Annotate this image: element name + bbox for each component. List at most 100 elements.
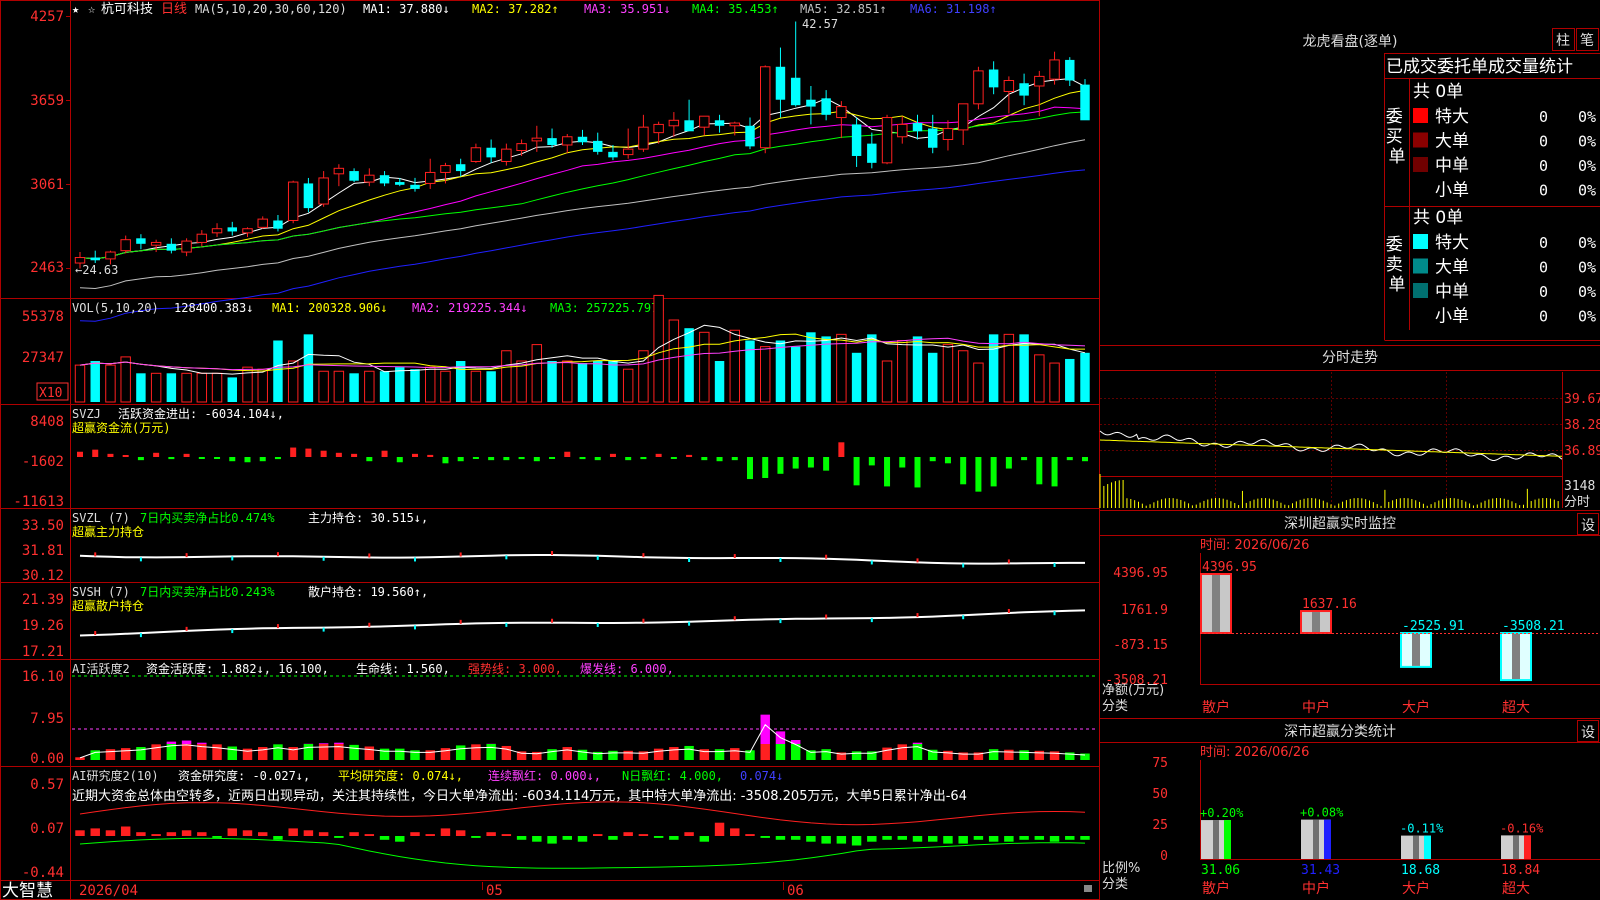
- monitor-settings-label[interactable]: 设: [1581, 518, 1595, 534]
- buy-rows: 特大 0 0% 大单 0 0% 中单 0 0% 小单 0 0%: [1413, 107, 1596, 201]
- holding-tick: [505, 622, 508, 627]
- candle-body: [1003, 80, 1015, 92]
- order-count: 0: [1539, 259, 1548, 277]
- research-bar: [105, 830, 116, 836]
- intraday-panel[interactable]: 分时走势 39.67 38.28 36.89 3148 分时: [1099, 345, 1600, 511]
- volume-bar: [928, 352, 938, 402]
- monitor-value-label: 4396.95: [1202, 560, 1257, 575]
- stats-panel[interactable]: 深市超赢分类统计 设 时间: 2026/06/26 75 50 25 0 比例%…: [1100, 718, 1600, 898]
- ai2-header: AI研究度2(10) 资金研究度: -0.027↓, 平均研究度: 0.074↓…: [72, 768, 783, 783]
- svzj-bar: [853, 457, 860, 486]
- volume-bar: [531, 344, 543, 403]
- candle-body: [501, 148, 512, 162]
- main-header: ★ ☆ 杭可科技 日线 MA(5,10,20,30,60,120) MA1: 3…: [72, 2, 997, 17]
- star-icon[interactable]: ★: [72, 2, 79, 16]
- activity-burst-bar: [334, 742, 344, 744]
- research-bar: [288, 828, 298, 836]
- order-count: 0: [1539, 157, 1548, 175]
- research-bar: [730, 828, 740, 836]
- svzj-bar: [777, 457, 784, 474]
- order-pct: 0%: [1578, 182, 1596, 200]
- stats-settings-label[interactable]: 设: [1581, 725, 1595, 741]
- stats-bar-shade: [1313, 819, 1319, 859]
- activity-bar: [455, 745, 466, 760]
- svzl-line: [79, 550, 1085, 568]
- right-sidebar: 龙虎看盘(逐单) 柱 笔 已成交委托单成交量统计 委 买 单 共 0单 特大 0 0…: [1099, 28, 1600, 898]
- ai1-axis-label: 7.95: [30, 711, 64, 727]
- research-bar: [684, 832, 694, 836]
- activity-bar: [1019, 750, 1029, 760]
- svzj-bar: [183, 453, 190, 457]
- candle-body: [1019, 83, 1029, 96]
- volume-bar: [973, 362, 984, 403]
- svzj-bar: [944, 457, 951, 464]
- activity-bar: [653, 748, 664, 760]
- volume-bar: [806, 332, 816, 402]
- zoom-label[interactable]: X10: [39, 386, 62, 401]
- research-bar: [562, 836, 572, 840]
- main-chart-panel[interactable]: 4257 3659 3061 2463 ★ ☆ 杭可科技 日线 MA(5,10,…: [30, 2, 1090, 322]
- research-bar: [775, 836, 786, 840]
- holding-tick: [1007, 559, 1010, 564]
- research-bar: [897, 836, 907, 840]
- research-bar: [364, 834, 375, 836]
- svsh-panel[interactable]: SVSH (7) 7日内买卖净占比0.243% 散户持仓: 19.560↑, 超…: [22, 584, 1086, 660]
- monitor-bar-shade: [1512, 634, 1520, 680]
- ma6-value: MA6: 31.198↑: [910, 2, 997, 16]
- research-bar: [425, 834, 435, 836]
- svzj-panel[interactable]: SVZJ 活跃资金进出: -6034.104↓, 超赢资金流(万元) 8408 …: [13, 406, 1088, 510]
- main-axis-label: 4257: [30, 9, 64, 25]
- svzj-bar: [594, 457, 601, 461]
- activity-bar: [349, 744, 359, 760]
- volume-bar: [608, 361, 618, 402]
- period-label[interactable]: 日线: [161, 2, 187, 17]
- monitor-panel[interactable]: 深圳超赢实时监控 设 时间: 2026/06/26 4396.95 1761.9…: [1100, 510, 1600, 717]
- volume-bar: [775, 340, 786, 402]
- activity-bar: [1034, 750, 1045, 760]
- lock-icon[interactable]: [1084, 885, 1092, 892]
- stats-value-label: 18.84: [1501, 863, 1540, 878]
- intraday-title: 分时走势: [1322, 350, 1378, 366]
- holding-tick: [642, 553, 645, 558]
- research-bar: [90, 828, 100, 836]
- ma1-value: MA1: 37.880↓: [363, 2, 450, 16]
- volume-bar: [836, 333, 847, 403]
- ai-activity-panel[interactable]: AI活跃度2 资金活跃度: 1.882↓, 16.100, 生命线: 1.560…: [22, 661, 1096, 767]
- svzl-panel[interactable]: SVZL (7) 7日内买卖净占比0.474% 主力持仓: 30.515↓, 超…: [22, 510, 1085, 584]
- svzj-bar: [442, 457, 449, 464]
- candle-body: [181, 240, 192, 253]
- activity-bar: [623, 750, 633, 760]
- holding-tick: [962, 615, 965, 620]
- stats-delta-label: +0.08%: [1300, 806, 1344, 820]
- stats-axis-label: 0: [1160, 849, 1168, 864]
- ai2-research: 资金研究度: -0.027↓,: [178, 768, 310, 783]
- candle-body: [303, 183, 314, 209]
- holding-tick: [1053, 562, 1056, 567]
- volume-bar: [501, 350, 512, 403]
- research-bar: [623, 832, 633, 836]
- ma-line: [79, 89, 1086, 260]
- candle-body: [166, 243, 177, 251]
- activity-bar: [273, 744, 283, 760]
- research-bar: [395, 836, 405, 842]
- order-pct: 0%: [1578, 133, 1596, 151]
- order-count: 0: [1539, 108, 1548, 126]
- activity-bar: [714, 749, 725, 760]
- tab-pen-label[interactable]: 笔: [1580, 33, 1594, 49]
- activity-bar: [181, 744, 192, 760]
- ai-research-panel[interactable]: AI研究度2(10) 资金研究度: -0.027↓, 平均研究度: 0.074↓…: [22, 768, 1090, 881]
- volume-panel[interactable]: VOL(5,10,20) 128400.383↓ MA1: 200328.906…: [22, 294, 1090, 403]
- high-price-label: 42.57: [802, 17, 838, 31]
- svzl-header: SVZL (7) 7日内买卖净占比0.474% 主力持仓: 30.515↓,: [72, 510, 428, 525]
- research-bar: [120, 826, 131, 836]
- tab-bar-label[interactable]: 柱: [1556, 33, 1570, 49]
- candle-body: [227, 227, 237, 232]
- stock-name[interactable]: 杭可科技: [101, 2, 153, 17]
- star-outline-icon[interactable]: ☆: [88, 2, 95, 16]
- svzj-bar: [137, 457, 144, 461]
- activity-bar: [227, 746, 237, 760]
- volume-bar: [196, 372, 208, 403]
- volume-bar: [273, 340, 283, 402]
- svzj-axis-label: -11613: [13, 494, 64, 510]
- ai1-name: AI活跃度2: [72, 661, 130, 676]
